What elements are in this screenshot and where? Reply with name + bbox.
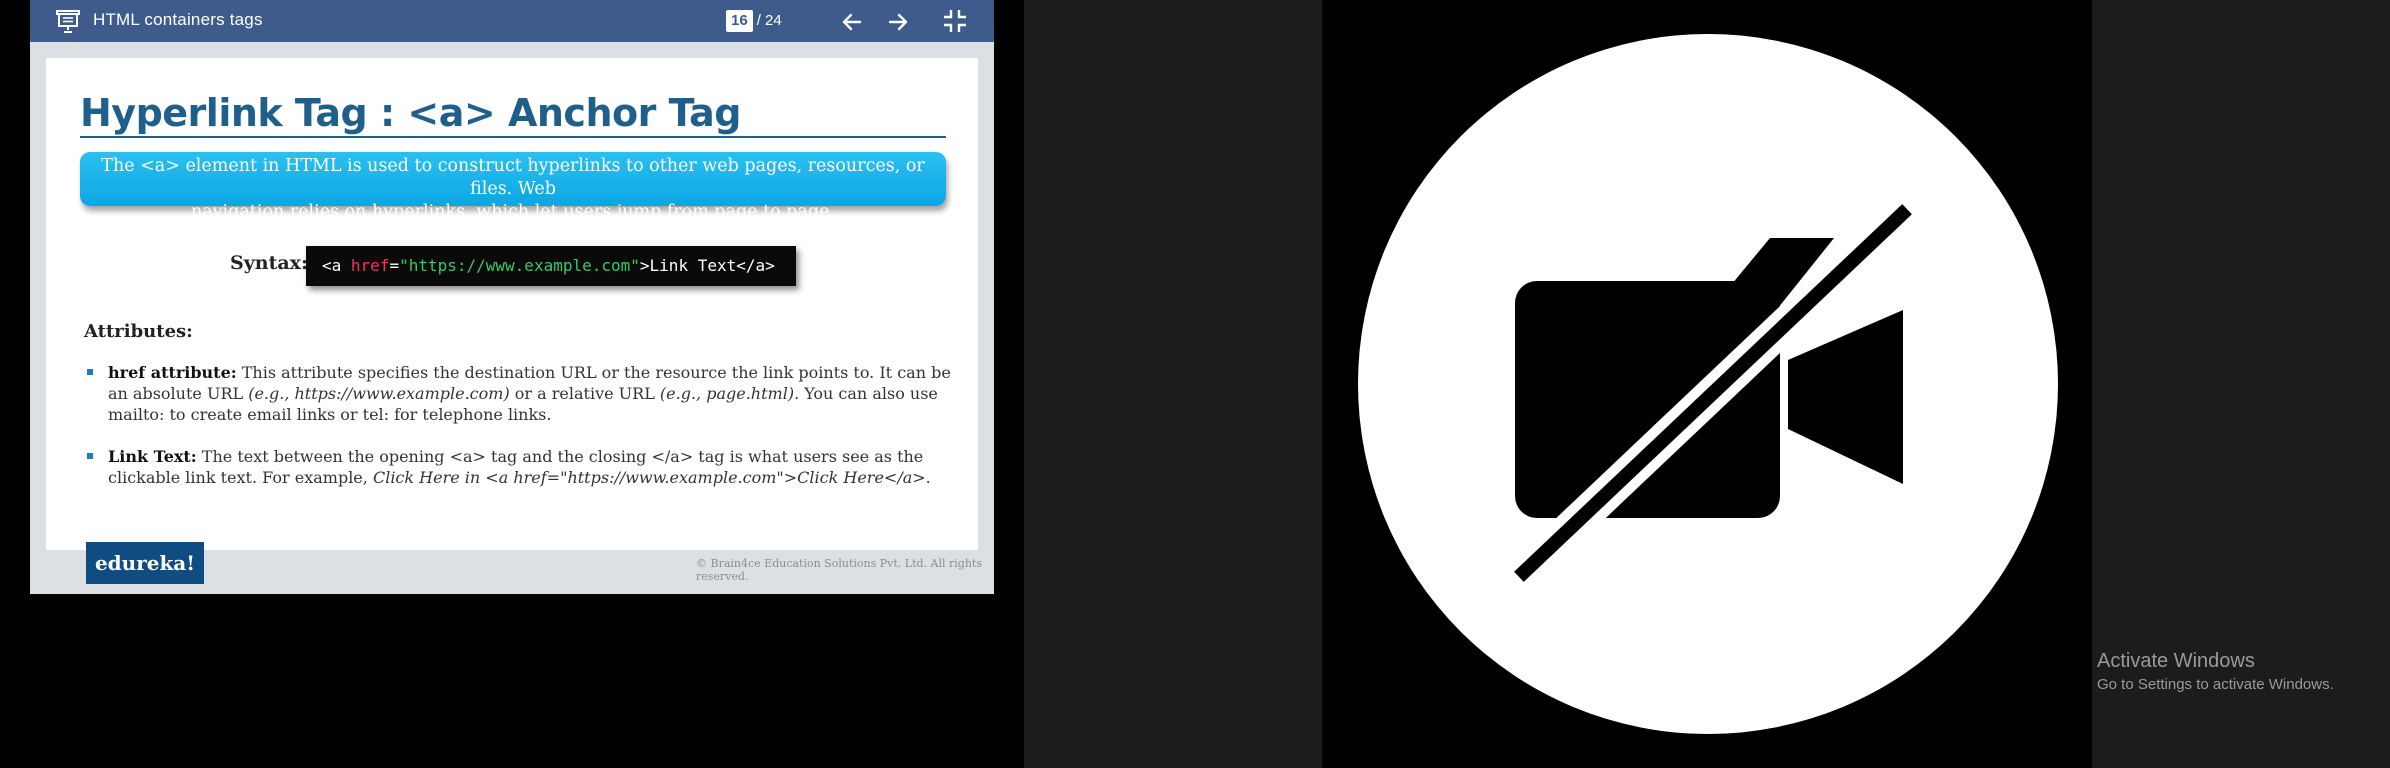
bullet-text: or a relative URL bbox=[509, 384, 660, 403]
page-number-input[interactable]: 16 bbox=[726, 10, 753, 32]
code-open: <a bbox=[322, 256, 351, 275]
heading-divider bbox=[80, 136, 946, 138]
code-value: "https://www.example.com" bbox=[399, 256, 640, 275]
bullet-term: Link Text: bbox=[108, 447, 197, 466]
bullet-marker bbox=[87, 369, 93, 375]
slide: Hyperlink Tag : <a> Anchor Tag The <a> e… bbox=[46, 58, 978, 550]
previous-slide-button[interactable] bbox=[840, 10, 864, 34]
bullet-example: Click Here in <a href="https://www.examp… bbox=[372, 468, 926, 487]
syntax-label: Syntax: bbox=[230, 252, 309, 274]
slide-area: Hyperlink Tag : <a> Anchor Tag The <a> e… bbox=[30, 42, 994, 594]
bullet-term: href attribute: bbox=[108, 363, 237, 382]
next-slide-button[interactable] bbox=[886, 10, 910, 34]
presentation-title: HTML containers tags bbox=[93, 10, 263, 29]
copyright-text: © Brain4ce Education Solutions Pvt. Ltd.… bbox=[696, 557, 982, 583]
activate-windows-subtitle: Go to Settings to activate Windows. bbox=[2097, 676, 2334, 693]
attributes-heading: Attributes: bbox=[84, 321, 193, 342]
intro-box: The <a> element in HTML is used to const… bbox=[80, 152, 946, 222]
bullet-href: href attribute: This attribute specifies… bbox=[84, 362, 954, 425]
edureka-logo: edureka! bbox=[86, 542, 204, 584]
bullet-example: (e.g., page.html) bbox=[659, 384, 795, 403]
presentation-toolbar: HTML containers tags 16/ 24 bbox=[30, 0, 994, 42]
activate-windows-title: Activate Windows bbox=[2097, 650, 2255, 672]
slide-heading: Hyperlink Tag : <a> Anchor Tag bbox=[80, 91, 741, 135]
page-total: / 24 bbox=[756, 12, 782, 29]
presentation-icon bbox=[54, 7, 82, 35]
exit-fullscreen-button[interactable] bbox=[942, 8, 968, 34]
intro-line-1: The <a> element in HTML is used to const… bbox=[101, 156, 925, 199]
arrow-left-icon bbox=[842, 13, 862, 31]
exit-fullscreen-icon bbox=[944, 10, 966, 32]
bullet-example: (e.g., https://www.example.com) bbox=[248, 384, 510, 403]
video-tile bbox=[1322, 0, 2092, 768]
code-snippet: <a href="https://www.example.com">Link T… bbox=[306, 246, 796, 286]
presentation-window: HTML containers tags 16/ 24 Hyperlink Ta… bbox=[30, 0, 994, 594]
camera-off-icon bbox=[1512, 201, 1914, 585]
bullet-marker bbox=[87, 453, 93, 459]
code-eq: = bbox=[389, 256, 400, 275]
code-rest: >Link Text</a> bbox=[639, 256, 775, 275]
page-indicator: 16/ 24 bbox=[726, 10, 782, 32]
bullet-text: . bbox=[925, 468, 931, 487]
code-attr: href bbox=[350, 256, 390, 275]
intro-line-2: navigation relies on hyperlinks, which l… bbox=[190, 202, 836, 222]
arrow-right-icon bbox=[888, 13, 908, 31]
bullet-link-text: Link Text: The text between the opening … bbox=[84, 446, 954, 488]
camera-off-avatar bbox=[1358, 34, 2058, 734]
